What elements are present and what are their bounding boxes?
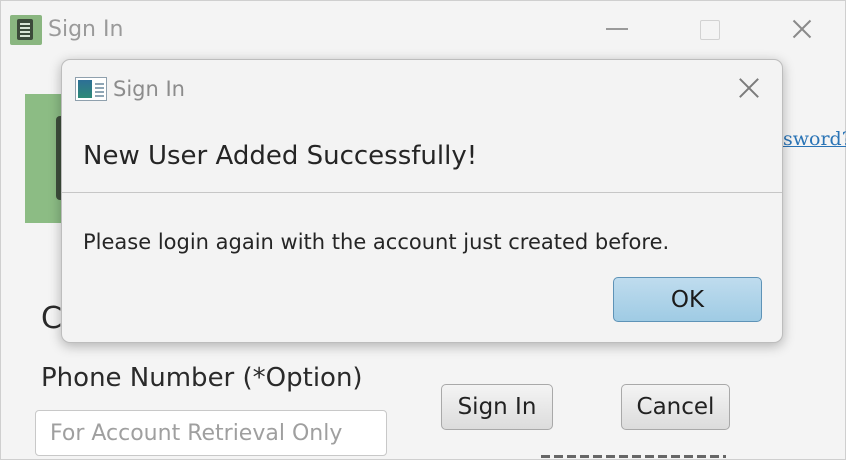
minimize-icon[interactable]: [605, 15, 631, 43]
success-dialog: Sign In New User Added Successfully! Ple…: [61, 59, 783, 343]
phone-number-input[interactable]: [35, 410, 387, 456]
cancel-button[interactable]: Cancel: [621, 384, 730, 430]
close-icon[interactable]: [789, 15, 815, 43]
phone-number-label: Phone Number (*Option): [41, 363, 363, 393]
maximize-icon[interactable]: [698, 15, 724, 43]
dialog-title: Sign In: [113, 77, 185, 101]
dialog-heading: New User Added Successfully!: [83, 141, 478, 171]
forgot-password-link[interactable]: sword?: [783, 128, 846, 150]
app-window-icon: [75, 77, 107, 101]
ok-button[interactable]: OK: [613, 277, 762, 322]
dialog-close-icon[interactable]: [735, 74, 763, 102]
title-bar: Sign In: [1, 1, 845, 59]
window-title: Sign In: [48, 17, 124, 42]
calculator-icon: [10, 15, 42, 45]
dialog-header: New User Added Successfully!: [62, 118, 782, 193]
sign-in-button[interactable]: Sign In: [441, 384, 553, 430]
section-label: C: [41, 301, 62, 336]
dialog-message: Please login again with the account just…: [83, 230, 670, 254]
partial-link: [541, 447, 726, 460]
